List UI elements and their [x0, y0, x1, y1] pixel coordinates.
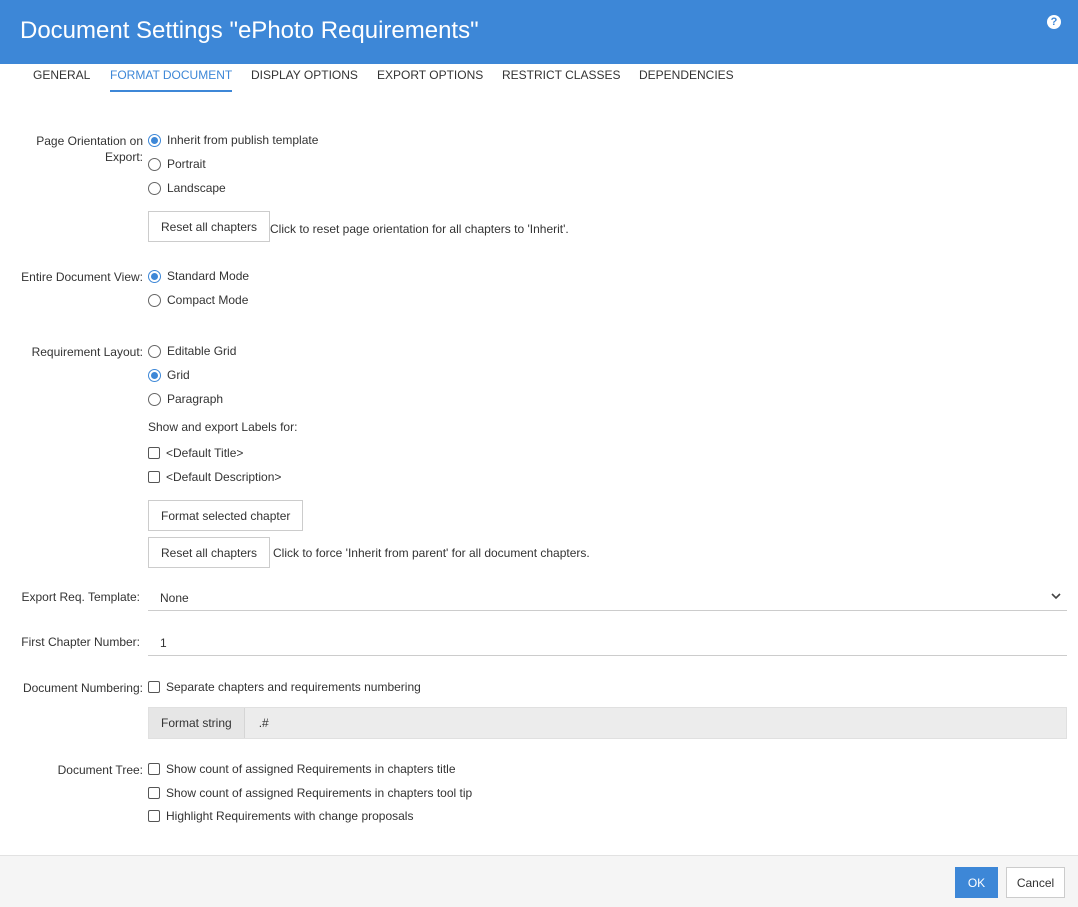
radio-label: Inherit from publish template [167, 133, 319, 147]
radio-label: Portrait [167, 157, 206, 171]
format-string-value: .# [258, 716, 269, 730]
reset-orientation-hint: Click to reset page orientation for all … [270, 222, 569, 236]
tab-restrict-classes[interactable]: RESTRICT CLASSES [502, 68, 620, 90]
ok-button[interactable]: OK [955, 867, 998, 898]
dialog-footer: OK Cancel [0, 855, 1078, 907]
dialog-title: Document Settings "ePhoto Requirements" [20, 17, 479, 44]
standard-mode-radio[interactable]: Standard Mode [148, 269, 249, 283]
checkbox-label: <Default Title> [166, 446, 244, 460]
count-in-tooltip-checkbox[interactable]: Show count of assigned Requirements in c… [148, 786, 472, 800]
radio-label: Compact Mode [167, 293, 249, 307]
orientation-portrait-radio[interactable]: Portrait [148, 157, 206, 171]
document-view-label: Entire Document View: [21, 270, 143, 284]
radio-icon [148, 293, 161, 307]
checkbox-label: Show count of assigned Requirements in c… [166, 786, 473, 800]
radio-label: Standard Mode [167, 269, 250, 283]
radio-selected-icon [148, 368, 161, 382]
labels-heading: Show and export Labels for: [148, 420, 298, 434]
first-chapter-input[interactable]: 1 [148, 630, 1067, 656]
default-description-checkbox[interactable]: <Default Description> [148, 470, 281, 484]
format-string-field[interactable]: Format string .# [148, 707, 1067, 739]
highlight-change-proposals-checkbox[interactable]: Highlight Requirements with change propo… [148, 809, 413, 823]
document-numbering-label: Document Numbering: [22, 681, 143, 695]
document-tree-label: Document Tree: [57, 763, 143, 777]
checkbox-icon [148, 810, 160, 822]
radio-icon [148, 392, 161, 406]
page-orientation-label-line1: Page Orientation on [36, 134, 143, 148]
first-chapter-value: 1 [160, 635, 167, 650]
format-selected-chapter-button[interactable]: Format selected chapter [148, 500, 304, 531]
requirement-layout-label: Requirement Layout: [31, 345, 143, 359]
radio-label: Grid [167, 368, 190, 382]
reset-chapters-button[interactable]: Reset all chapters [148, 537, 271, 568]
dialog-header: Document Settings "ePhoto Requirements" … [0, 0, 1078, 64]
page-orientation-label-line2: Export: [104, 150, 143, 164]
radio-selected-icon [148, 133, 161, 147]
tab-general[interactable]: GENERAL [33, 68, 90, 90]
paragraph-radio[interactable]: Paragraph [148, 392, 223, 406]
orientation-inherit-radio[interactable]: Inherit from publish template [148, 133, 318, 147]
radio-label: Paragraph [167, 392, 224, 406]
checkbox-icon [148, 787, 160, 799]
reset-orientation-button[interactable]: Reset all chapters [148, 211, 271, 242]
reset-chapters-hint: Click to force 'Inherit from parent' for… [273, 546, 590, 560]
checkbox-icon [148, 681, 160, 693]
orientation-landscape-radio[interactable]: Landscape [148, 181, 226, 195]
radio-selected-icon [148, 269, 161, 283]
tab-bar: GENERAL FORMAT DOCUMENT DISPLAY OPTIONS … [0, 64, 1078, 94]
editable-grid-radio[interactable]: Editable Grid [148, 344, 236, 358]
export-template-value: None [160, 590, 189, 605]
page-orientation-label: Page Orientation on Export: [10, 133, 143, 165]
export-template-label: Export Req. Template: [21, 590, 140, 604]
tab-dependencies[interactable]: DEPENDENCIES [639, 68, 734, 90]
first-chapter-label: First Chapter Number: [21, 635, 140, 649]
radio-icon [148, 181, 161, 195]
compact-mode-radio[interactable]: Compact Mode [148, 293, 248, 307]
format-string-label: Format string [149, 708, 245, 738]
tab-format-document[interactable]: FORMAT DOCUMENT [110, 68, 233, 92]
radio-label: Landscape [167, 181, 226, 195]
checkbox-label: Show count of assigned Requirements in c… [166, 762, 456, 776]
help-icon[interactable]: ? [1047, 15, 1061, 29]
radio-icon [148, 157, 161, 171]
chevron-down-icon [1051, 593, 1061, 600]
tab-display-options[interactable]: DISPLAY OPTIONS [251, 68, 358, 90]
grid-radio[interactable]: Grid [148, 368, 190, 382]
checkbox-icon [148, 763, 160, 775]
checkbox-label: <Default Description> [166, 470, 282, 484]
export-template-select[interactable]: None [148, 585, 1067, 611]
separate-numbering-checkbox[interactable]: Separate chapters and requirements numbe… [148, 680, 421, 694]
count-in-title-checkbox[interactable]: Show count of assigned Requirements in c… [148, 762, 456, 776]
radio-label: Editable Grid [167, 344, 237, 358]
checkbox-label: Highlight Requirements with change propo… [166, 809, 414, 823]
default-title-checkbox[interactable]: <Default Title> [148, 446, 243, 460]
cancel-button[interactable]: Cancel [1006, 867, 1065, 898]
checkbox-icon [148, 471, 160, 483]
radio-icon [148, 344, 161, 358]
tab-export-options[interactable]: EXPORT OPTIONS [377, 68, 483, 90]
checkbox-label: Separate chapters and requirements numbe… [166, 680, 421, 694]
checkbox-icon [148, 447, 160, 459]
